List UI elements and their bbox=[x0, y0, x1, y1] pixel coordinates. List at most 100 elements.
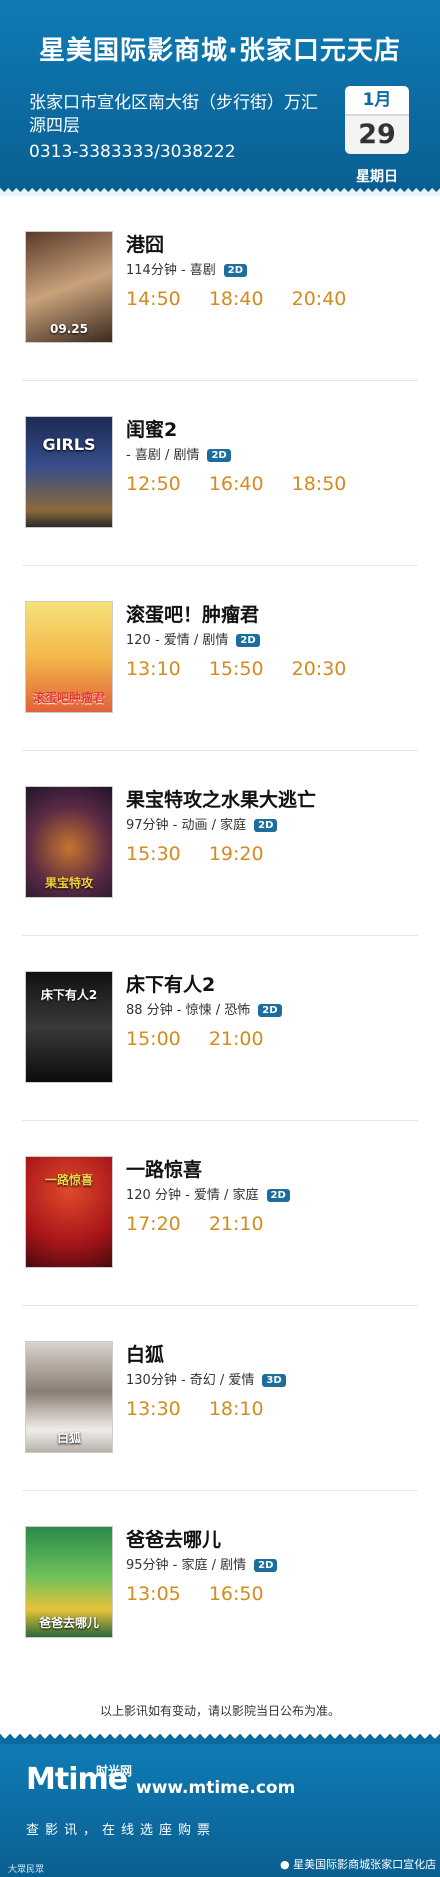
movie-title[interactable]: 港囧 bbox=[126, 230, 164, 257]
showtime[interactable]: 13:30 bbox=[126, 1398, 181, 1420]
movie-meta: 114分钟 - 喜剧 2D bbox=[126, 259, 248, 278]
showtime[interactable]: 18:50 bbox=[292, 473, 347, 495]
movie-poster[interactable]: 09.25 bbox=[25, 231, 113, 343]
cinema-phone: 0313-3383333/3038222 bbox=[29, 142, 236, 162]
format-badge: 2D bbox=[207, 449, 231, 462]
showtime[interactable]: 17:20 bbox=[126, 1213, 181, 1235]
movie-info: 88 分钟 - 惊悚 / 恐怖 bbox=[126, 1003, 251, 1018]
wechat-icon: ● bbox=[280, 1858, 294, 1871]
movie-info: 120 分钟 - 爱情 / 家庭 bbox=[126, 1188, 259, 1203]
movie-info: 130分钟 - 奇幻 / 爱情 bbox=[126, 1373, 255, 1388]
showtimes: 12:50 16:40 18:50 bbox=[126, 473, 368, 495]
movie-meta: 130分钟 - 奇幻 / 爱情 3D bbox=[126, 1369, 286, 1388]
movie-title[interactable]: 闺蜜2 bbox=[126, 415, 177, 442]
movie-meta: 97分钟 - 动画 / 家庭 2D bbox=[126, 814, 278, 833]
poster-caption: GIRLS bbox=[42, 435, 96, 454]
wechat-account: ● 星美国际影商城张家口宣化店 bbox=[280, 1856, 436, 1872]
movie-info: - 喜剧 / 剧情 bbox=[126, 448, 200, 463]
showtime[interactable]: 16:50 bbox=[209, 1583, 264, 1605]
movie-meta: 95分钟 - 家庭 / 剧情 2D bbox=[126, 1554, 278, 1573]
wechat-account-name: 星美国际影商城张家口宣化店 bbox=[293, 1858, 437, 1871]
showtimes: 17:20 21:10 bbox=[126, 1213, 286, 1235]
page: 星美国际影商城·张家口元天店 张家口市宣化区南大街（步行街）万汇源四层 0313… bbox=[0, 0, 440, 1877]
calendar-weekday: 星期日 bbox=[356, 169, 398, 185]
movie-title[interactable]: 白狐 bbox=[126, 1340, 164, 1367]
movie-info: 114分钟 - 喜剧 bbox=[126, 263, 216, 278]
movie-item[interactable]: GIRLS 闺蜜2 - 喜剧 / 剧情 2D 12:50 16:40 18:50 bbox=[22, 381, 418, 566]
showtime[interactable]: 21:10 bbox=[209, 1213, 264, 1235]
showtime[interactable]: 19:20 bbox=[209, 843, 264, 865]
showtime[interactable]: 13:10 bbox=[126, 658, 181, 680]
poster-caption: 床下有人2 bbox=[40, 988, 98, 1002]
movie-title[interactable]: 滚蛋吧！肿瘤君 bbox=[126, 600, 259, 627]
movie-title[interactable]: 爸爸去哪儿 bbox=[126, 1525, 221, 1552]
cinema-address: 张家口市宣化区南大街（步行街）万汇源四层 bbox=[29, 93, 318, 136]
movie-item[interactable]: 爸爸去哪儿 爸爸去哪儿 95分钟 - 家庭 / 剧情 2D 13:05 16:50 bbox=[22, 1491, 418, 1676]
movie-poster[interactable]: 滚蛋吧肿瘤君 bbox=[25, 601, 113, 713]
showtimes: 15:30 19:20 bbox=[126, 843, 286, 865]
showtime[interactable]: 13:05 bbox=[126, 1583, 181, 1605]
showtime[interactable]: 12:50 bbox=[126, 473, 181, 495]
movie-poster[interactable]: GIRLS bbox=[25, 416, 113, 528]
movie-item[interactable]: 09.25 港囧 114分钟 - 喜剧 2D 14:50 18:40 20:40 bbox=[22, 196, 418, 381]
poster-caption: 白狐 bbox=[56, 1431, 81, 1445]
showtime[interactable]: 15:00 bbox=[126, 1028, 181, 1050]
movie-info: 97分钟 - 动画 / 家庭 bbox=[126, 818, 247, 833]
calendar-month: 1月 bbox=[345, 86, 409, 114]
showtime[interactable]: 21:00 bbox=[209, 1028, 264, 1050]
showtime[interactable]: 15:50 bbox=[209, 658, 264, 680]
format-badge: 2D bbox=[258, 1004, 282, 1017]
poster-caption: 滚蛋吧肿瘤君 bbox=[32, 691, 105, 705]
site-link[interactable]: www.mtime.com bbox=[136, 1778, 295, 1798]
movie-poster[interactable]: 果宝特攻 bbox=[25, 786, 113, 898]
calendar: 1月 29 星期日 bbox=[345, 86, 409, 186]
movie-meta: - 喜剧 / 剧情 2D bbox=[126, 444, 231, 463]
showtime[interactable]: 18:10 bbox=[209, 1398, 264, 1420]
movie-meta: 120 分钟 - 爱情 / 家庭 2D bbox=[126, 1184, 290, 1203]
format-badge: 2D bbox=[223, 264, 248, 277]
header-divider bbox=[0, 188, 440, 196]
showtimes: 13:30 18:10 bbox=[126, 1398, 286, 1420]
mtime-logo-cn: 时光网 bbox=[96, 1764, 133, 1778]
movie-title[interactable]: 果宝特攻之水果大逃亡 bbox=[126, 785, 316, 812]
format-badge: 2D bbox=[254, 1559, 278, 1572]
showtimes: 15:00 21:00 bbox=[126, 1028, 286, 1050]
slogan: 查影讯，在线选座购票 bbox=[26, 1823, 217, 1838]
showtimes: 13:05 16:50 bbox=[126, 1583, 286, 1605]
movie-item[interactable]: 果宝特攻 果宝特攻之水果大逃亡 97分钟 - 动画 / 家庭 2D 15:30 1… bbox=[22, 751, 418, 936]
format-badge: 3D bbox=[262, 1374, 286, 1387]
poster-caption: 一路惊喜 bbox=[44, 1173, 93, 1187]
showtimes: 13:10 15:50 20:30 bbox=[126, 658, 368, 680]
poster-caption: 09.25 bbox=[50, 322, 88, 336]
calendar-day: 29 bbox=[345, 114, 409, 154]
movie-poster[interactable]: 一路惊喜 bbox=[25, 1156, 113, 1268]
movie-meta: 120 - 爱情 / 剧情 2D bbox=[126, 629, 260, 648]
movie-item[interactable]: 白狐 白狐 130分钟 - 奇幻 / 爱情 3D 13:30 18:10 bbox=[22, 1306, 418, 1491]
header: 星美国际影商城·张家口元天店 张家口市宣化区南大街（步行街）万汇源四层 0313… bbox=[0, 0, 440, 190]
movie-title[interactable]: 一路惊喜 bbox=[126, 1155, 202, 1182]
showtime[interactable]: 15:30 bbox=[126, 843, 181, 865]
showtime[interactable]: 20:30 bbox=[292, 658, 347, 680]
movie-item[interactable]: 滚蛋吧肿瘤君 滚蛋吧！肿瘤君 120 - 爱情 / 剧情 2D 13:10 15:… bbox=[22, 566, 418, 751]
format-badge: 2D bbox=[236, 634, 260, 647]
movie-poster[interactable]: 床下有人2 bbox=[25, 971, 113, 1083]
watermark-text: 大眾民眾 bbox=[8, 1865, 45, 1875]
movie-meta: 88 分钟 - 惊悚 / 恐怖 2D bbox=[126, 999, 282, 1018]
showtimes: 14:50 18:40 20:40 bbox=[126, 288, 368, 310]
movie-info: 120 - 爱情 / 剧情 bbox=[126, 633, 229, 648]
movie-item[interactable]: 一路惊喜 一路惊喜 120 分钟 - 爱情 / 家庭 2D 17:20 21:10 bbox=[22, 1121, 418, 1306]
movie-poster[interactable]: 爸爸去哪儿 bbox=[25, 1526, 113, 1638]
movie-title[interactable]: 床下有人2 bbox=[126, 970, 215, 997]
movie-info: 95分钟 - 家庭 / 剧情 bbox=[126, 1558, 247, 1573]
showtime[interactable]: 20:40 bbox=[292, 288, 347, 310]
showtime[interactable]: 16:40 bbox=[209, 473, 264, 495]
format-badge: 2D bbox=[254, 819, 278, 832]
movie-item[interactable]: 床下有人2 床下有人2 88 分钟 - 惊悚 / 恐怖 2D 15:00 21:0… bbox=[22, 936, 418, 1121]
showtime[interactable]: 14:50 bbox=[126, 288, 181, 310]
page-title: 星美国际影商城·张家口元天店 bbox=[39, 36, 401, 66]
footer: Mtime 时光网 www.mtime.com 查影讯，在线选座购票 大眾民眾 … bbox=[0, 1744, 440, 1877]
notice-text: 以上影讯如有变动，请以影院当日公布为准。 bbox=[99, 1704, 340, 1718]
poster-caption: 果宝特攻 bbox=[44, 876, 93, 890]
movie-poster[interactable]: 白狐 bbox=[25, 1341, 113, 1453]
showtime[interactable]: 18:40 bbox=[209, 288, 264, 310]
